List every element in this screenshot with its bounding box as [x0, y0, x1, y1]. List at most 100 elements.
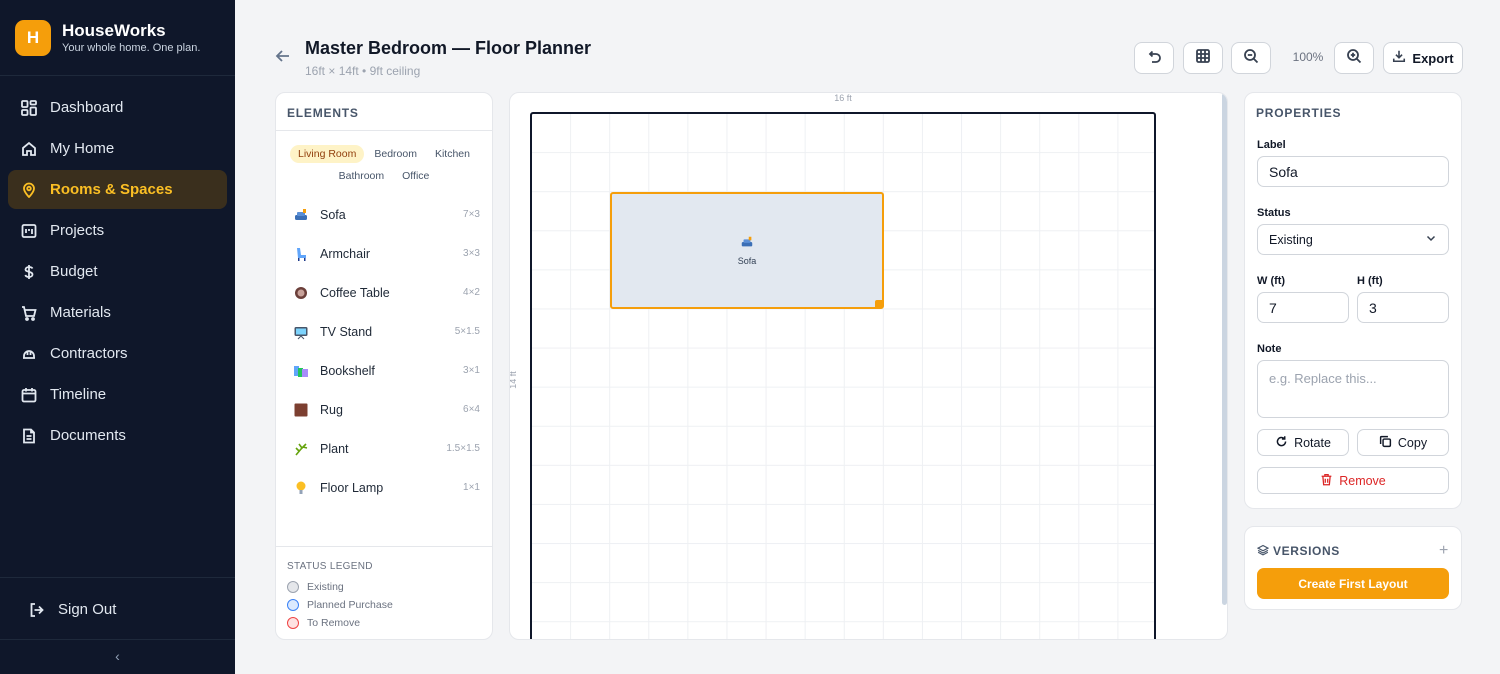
tab-living-room[interactable]: Living Room: [289, 145, 365, 163]
note-textarea[interactable]: e.g. Replace this...: [1257, 360, 1449, 418]
element-dimensions: 4×2: [463, 287, 480, 298]
list-item[interactable]: Rug 6×4: [276, 390, 492, 429]
room-height-label: 14 ft: [509, 371, 518, 389]
label-input[interactable]: Sofa: [1257, 156, 1449, 187]
legend-item: To Remove: [287, 614, 481, 632]
list-item[interactable]: Sofa 7×3: [276, 195, 492, 234]
chevron-down-icon: [1425, 232, 1437, 247]
create-first-layout-label: Create First Layout: [1298, 576, 1408, 591]
height-input-value: 3: [1369, 299, 1377, 316]
note-placeholder: e.g. Replace this...: [1269, 371, 1377, 386]
element-dimensions: 1×1: [463, 482, 480, 493]
undo-button[interactable]: [1134, 42, 1174, 74]
calendar-icon: [20, 386, 38, 404]
tv-icon: [292, 323, 310, 341]
collapse-sidebar-icon[interactable]: ‹: [0, 648, 235, 664]
legend-label: Planned Purchase: [307, 599, 393, 611]
tab-kitchen[interactable]: Kitchen: [427, 145, 478, 163]
label-input-value: Sofa: [1269, 163, 1298, 180]
status-field-label: Status: [1257, 207, 1291, 219]
versions-panel: VERSIONS + Create First Layout: [1244, 526, 1462, 610]
plant-icon: [292, 440, 310, 458]
sidebar-item-budget[interactable]: Budget: [8, 252, 227, 291]
status-select[interactable]: Existing: [1257, 224, 1449, 255]
tab-bedroom[interactable]: Bedroom: [366, 145, 425, 163]
label-field-label: Label: [1257, 139, 1286, 151]
sidebar-item-contractors[interactable]: Contractors: [8, 334, 227, 373]
element-dimensions: 3×1: [463, 365, 480, 376]
sidebar-item-documents[interactable]: Documents: [8, 416, 227, 455]
sidebar-item-timeline[interactable]: Timeline: [8, 375, 227, 414]
sign-out-label: Sign Out: [58, 601, 117, 618]
height-input[interactable]: 3: [1357, 292, 1449, 323]
list-item[interactable]: Armchair 3×3: [276, 234, 492, 273]
zoom-out-icon: [1243, 48, 1259, 69]
sofa-icon: [740, 235, 754, 254]
sidebar-item-rooms-spaces[interactable]: Rooms & Spaces: [8, 170, 227, 209]
document-icon: [20, 427, 38, 445]
status-select-value: Existing: [1269, 232, 1313, 247]
brand-logo: H: [15, 19, 51, 56]
sidebar-item-materials[interactable]: Materials: [8, 293, 227, 332]
list-item[interactable]: Coffee Table 4×2: [276, 273, 492, 312]
element-list: Sofa 7×3 Armchair 3×3 Coffee Table 4×2 T…: [276, 189, 492, 507]
legend-label: To Remove: [307, 617, 361, 629]
create-first-layout-button[interactable]: Create First Layout: [1257, 568, 1449, 599]
element-name: Coffee Table: [320, 285, 390, 300]
existing-dot-icon: [287, 581, 299, 593]
sidebar-item-projects[interactable]: Projects: [8, 211, 227, 250]
tab-office[interactable]: Office: [394, 167, 437, 185]
status-legend: STATUS LEGEND Existing Planned Purchase …: [276, 546, 492, 632]
zoom-level: 100%: [1292, 50, 1324, 64]
element-dimensions: 5×1.5: [454, 326, 480, 337]
sign-out-button[interactable]: Sign Out: [16, 590, 219, 629]
legend-title: STATUS LEGEND: [287, 561, 373, 572]
sidebar-item-label: My Home: [50, 140, 115, 157]
sidebar-item-label: Documents: [50, 427, 126, 444]
room-outline[interactable]: Sofa: [530, 112, 1156, 639]
list-item[interactable]: TV Stand 5×1.5: [276, 312, 492, 351]
height-field-label: H (ft): [1357, 275, 1383, 287]
back-arrow-icon[interactable]: [275, 48, 291, 69]
export-button[interactable]: Export: [1383, 42, 1463, 74]
width-input[interactable]: 7: [1257, 292, 1349, 323]
rotate-button[interactable]: Rotate: [1257, 429, 1349, 456]
list-item[interactable]: Plant 1.5×1.5: [276, 429, 492, 468]
grid-toggle-button[interactable]: [1183, 42, 1223, 74]
download-icon: [1392, 49, 1406, 68]
tab-bathroom[interactable]: Bathroom: [331, 167, 393, 185]
remove-button[interactable]: Remove: [1257, 467, 1449, 494]
sidebar-item-dashboard[interactable]: Dashboard: [8, 88, 227, 127]
scrollbar[interactable]: [1222, 93, 1227, 605]
list-item[interactable]: Bookshelf 3×1: [276, 351, 492, 390]
placed-item-sofa[interactable]: Sofa: [610, 192, 884, 309]
properties-panel: PROPERTIES Label Sofa Status Existing W …: [1244, 92, 1462, 509]
divider: [0, 639, 235, 640]
copy-button[interactable]: Copy: [1357, 429, 1449, 456]
element-name: Rug: [320, 402, 343, 417]
sidebar-item-my-home[interactable]: My Home: [8, 129, 227, 168]
width-field-label: W (ft): [1257, 275, 1286, 287]
element-name: Plant: [320, 441, 349, 456]
list-item[interactable]: Floor Lamp 1×1: [276, 468, 492, 507]
remove-label: Remove: [1339, 473, 1386, 488]
brand: H HouseWorks Your whole home. One plan.: [0, 0, 235, 76]
sidebar-nav: Dashboard My Home Rooms & Spaces Project…: [0, 76, 235, 455]
planned-dot-icon: [287, 599, 299, 611]
category-tabs: Living Room Bedroom Kitchen Bathroom Off…: [276, 131, 492, 189]
room-width-label: 16 ft: [834, 93, 852, 103]
zoom-out-button[interactable]: [1231, 42, 1271, 74]
sidebar-item-label: Materials: [50, 304, 111, 321]
armchair-icon: [292, 245, 310, 263]
resize-handle[interactable]: [875, 300, 883, 308]
copy-label: Copy: [1397, 435, 1428, 450]
lamp-icon: [292, 479, 310, 497]
projects-icon: [20, 222, 38, 240]
floor-plan-canvas[interactable]: 16 ft 14 ft Sofa: [509, 92, 1228, 640]
grid-icon: [1195, 48, 1211, 69]
zoom-in-button[interactable]: [1334, 42, 1374, 74]
add-version-icon[interactable]: +: [1439, 542, 1449, 560]
rug-icon: [292, 401, 310, 419]
trash-icon: [1320, 473, 1339, 489]
element-name: Floor Lamp: [320, 480, 384, 495]
